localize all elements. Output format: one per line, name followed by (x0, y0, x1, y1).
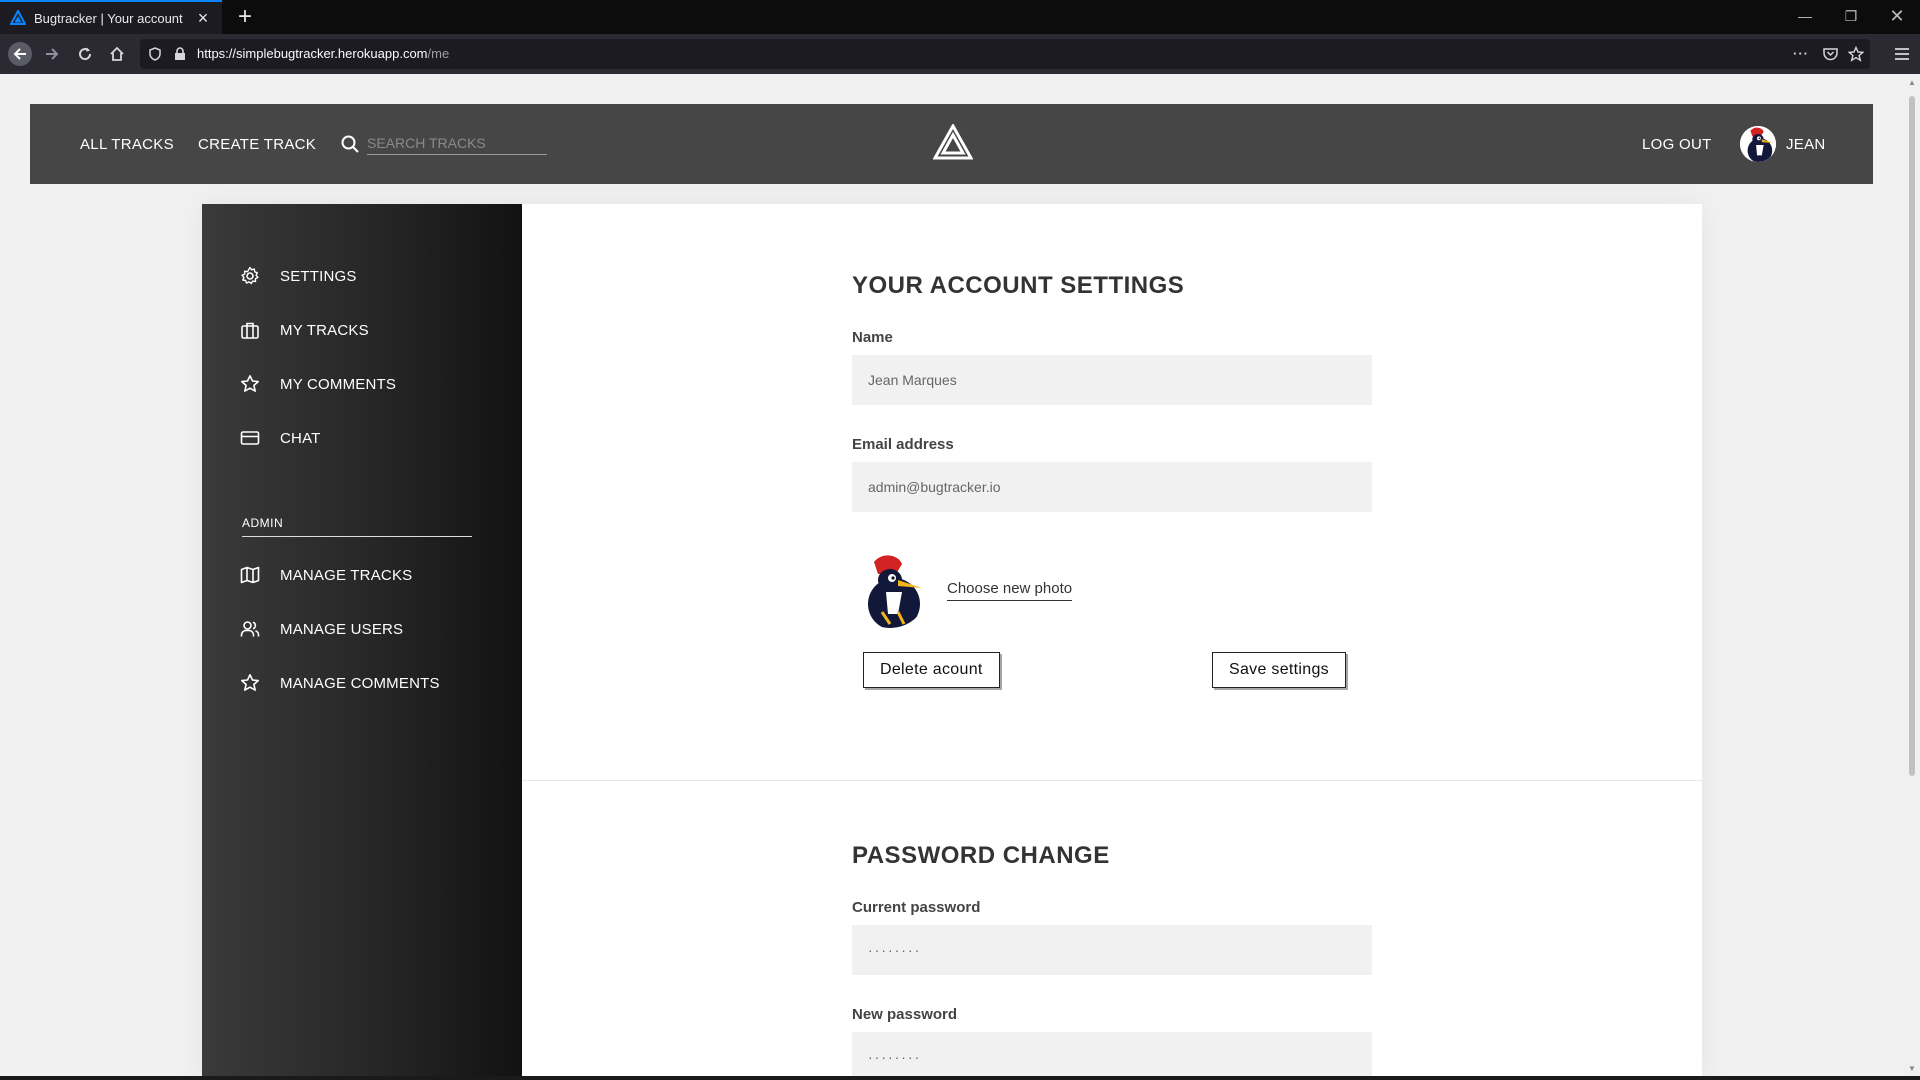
user-avatar[interactable] (1740, 126, 1776, 162)
sidebar-item-label: MANAGE COMMENTS (280, 674, 440, 692)
star-icon (241, 674, 259, 691)
home-icon[interactable] (105, 42, 129, 66)
tab-close-icon[interactable]: × (194, 9, 212, 27)
username-label[interactable]: JEAN (1786, 136, 1826, 153)
url-text: https://simplebugtracker.herokuapp.com/m… (197, 46, 450, 61)
sidebar-item-settings[interactable]: SETTINGS (240, 264, 357, 288)
bookmark-star-icon[interactable] (1848, 46, 1864, 62)
new-tab-icon[interactable]: + (232, 4, 258, 30)
email-field[interactable] (852, 462, 1372, 512)
sidebar-item-my-tracks[interactable]: MY TRACKS (240, 318, 369, 342)
sidebar: SETTINGS MY TRACKS MY COMMENTS CHAT ADMI… (202, 204, 522, 1076)
delete-account-button[interactable]: Delete acount (863, 652, 1000, 688)
save-settings-button[interactable]: Save settings (1212, 652, 1346, 688)
window-close-icon[interactable]: ✕ (1874, 0, 1920, 34)
forward-icon[interactable] (40, 42, 64, 66)
browser-toolbar: https://simplebugtracker.herokuapp.com/m… (0, 34, 1920, 74)
account-settings-title: YOUR ACCOUNT SETTINGS (852, 272, 1185, 299)
scroll-down-icon[interactable]: ▼ (1907, 1064, 1917, 1073)
hamburger-menu-icon[interactable] (1890, 42, 1914, 66)
current-password-field[interactable] (852, 925, 1372, 975)
password-change-title: PASSWORD CHANGE (852, 842, 1110, 869)
page-viewport: ALL TRACKS CREATE TRACK LOG OUT JEAN (0, 74, 1904, 1076)
sidebar-item-label: MY COMMENTS (280, 375, 397, 393)
browser-tab[interactable]: Bugtracker | Your account × (0, 0, 222, 34)
scrollbar-thumb[interactable] (1909, 96, 1915, 776)
minimize-icon[interactable]: — (1782, 0, 1828, 34)
admin-heading: ADMIN (242, 516, 472, 537)
url-bar[interactable]: https://simplebugtracker.herokuapp.com/m… (140, 39, 1870, 69)
lock-icon[interactable] (174, 47, 186, 61)
sidebar-item-my-comments[interactable]: MY COMMENTS (240, 372, 396, 396)
sidebar-item-chat[interactable]: CHAT (240, 426, 321, 450)
content-card: SETTINGS MY TRACKS MY COMMENTS CHAT ADMI… (202, 204, 1702, 1076)
tab-title: Bugtracker | Your account (34, 10, 183, 26)
sidebar-item-label: CHAT (280, 429, 321, 447)
page-actions-icon[interactable]: ··· (1793, 46, 1809, 61)
profile-photo (852, 552, 928, 628)
current-password-label: Current password (852, 899, 981, 916)
email-label: Email address (852, 436, 954, 453)
pocket-icon[interactable] (1823, 47, 1838, 61)
users-icon (240, 621, 260, 637)
logout-link[interactable]: LOG OUT (1642, 136, 1712, 153)
briefcase-icon (241, 322, 259, 339)
sidebar-item-manage-users[interactable]: MANAGE USERS (240, 617, 403, 641)
name-label: Name (852, 329, 893, 346)
window-bottom-edge (0, 1076, 1920, 1080)
map-icon (240, 566, 260, 584)
browser-tab-strip: Bugtracker | Your account × + — ❐ ✕ (0, 0, 1920, 34)
app-header: ALL TRACKS CREATE TRACK LOG OUT JEAN (30, 104, 1873, 184)
choose-photo-link[interactable]: Choose new photo (947, 580, 1073, 601)
nav-create-track[interactable]: CREATE TRACK (198, 136, 316, 153)
app-logo-icon[interactable] (933, 124, 973, 160)
reload-icon[interactable] (73, 42, 97, 66)
woodpecker-avatar-icon (852, 552, 928, 628)
sidebar-item-label: MANAGE TRACKS (280, 566, 413, 584)
page-scrollbar[interactable]: ▲ ▼ (1904, 74, 1920, 1080)
woodpecker-avatar-icon (1740, 126, 1776, 162)
shield-icon[interactable] (148, 47, 162, 61)
bugtracker-favicon-icon (10, 10, 26, 25)
search-input[interactable] (367, 131, 547, 155)
sidebar-item-label: MY TRACKS (280, 321, 369, 339)
sidebar-item-manage-tracks[interactable]: MANAGE TRACKS (240, 563, 412, 587)
sidebar-item-label: MANAGE USERS (280, 620, 404, 638)
star-icon (241, 375, 259, 392)
sidebar-item-label: SETTINGS (280, 267, 357, 285)
scroll-up-icon[interactable]: ▲ (1907, 78, 1917, 87)
sidebar-item-manage-comments[interactable]: MANAGE COMMENTS (240, 671, 440, 695)
back-icon[interactable] (8, 42, 32, 66)
name-field[interactable] (852, 355, 1372, 405)
new-password-label: New password (852, 1006, 958, 1023)
gear-icon (241, 266, 259, 285)
credit-card-icon (240, 431, 260, 445)
search-icon (341, 135, 359, 153)
nav-all-tracks[interactable]: ALL TRACKS (80, 136, 174, 153)
main-content: YOUR ACCOUNT SETTINGS Name Email address… (522, 204, 1702, 1076)
section-divider (522, 780, 1702, 781)
new-password-field[interactable] (852, 1032, 1372, 1076)
restore-icon[interactable]: ❐ (1828, 0, 1874, 34)
